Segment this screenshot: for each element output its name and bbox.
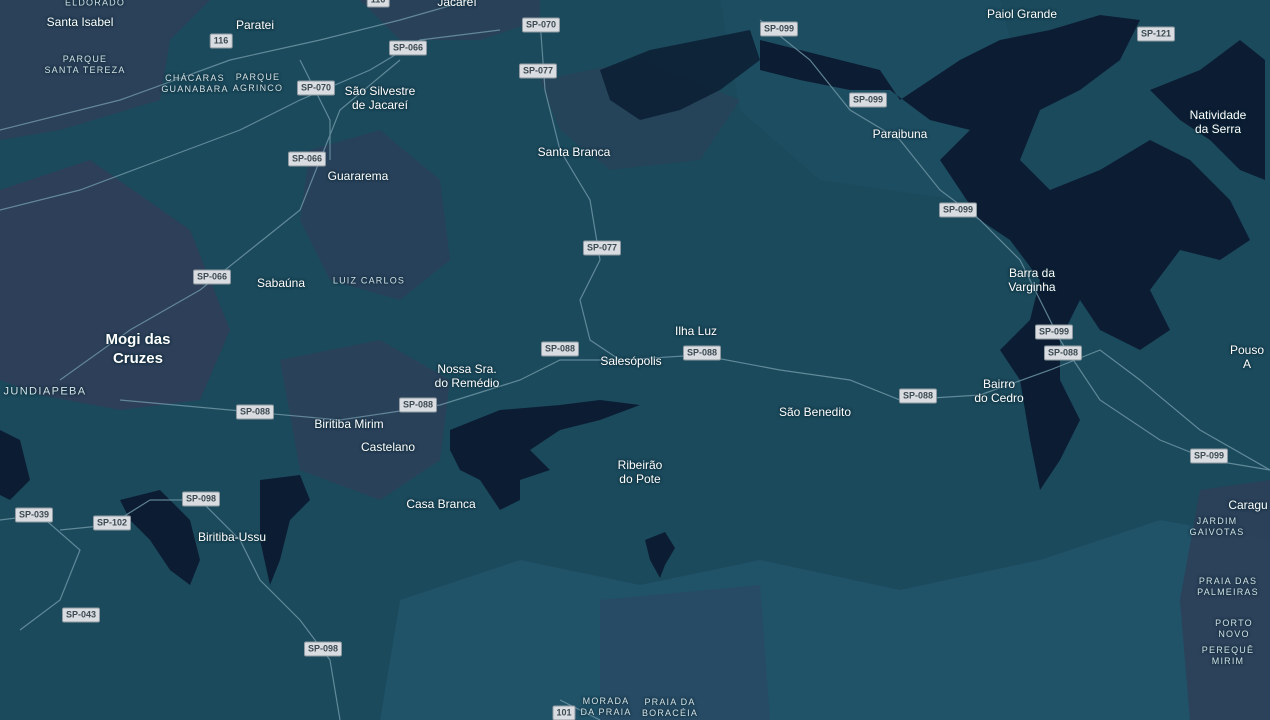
- place-barra-varginha: Barra da Varginha: [1008, 266, 1056, 294]
- place-guararema: Guararema: [327, 169, 389, 183]
- place-sabauna: Sabaúna: [256, 276, 306, 290]
- route-shield-sp070: SP-070: [296, 80, 336, 96]
- district-parque-agrinco: PARQUE AGRINCO: [232, 72, 284, 93]
- place-biritiba-mirim: Biritiba Mirim: [314, 417, 384, 431]
- route-shield-sp066: SP-066: [388, 40, 428, 56]
- route-shield-116: 116: [209, 33, 233, 49]
- route-shield-sp088: SP-088: [1043, 345, 1083, 361]
- district-jundiapeba: JUNDIAPEBA: [3, 385, 87, 398]
- route-shield-sp066: SP-066: [192, 269, 232, 285]
- district-porto-novo: PORTO NOVO: [1215, 618, 1253, 639]
- route-shield-sp088: SP-088: [682, 345, 722, 361]
- route-shield-sp066: SP-066: [287, 151, 327, 167]
- route-shield-sp099: SP-099: [759, 21, 799, 37]
- district-luiz-carlos: LUIZ CARLOS: [332, 275, 406, 286]
- district-morada-praia: MORADA DA PRAIA: [580, 696, 632, 717]
- place-sao-benedito: São Benedito: [778, 405, 852, 419]
- place-paratei: Paratei: [235, 18, 275, 32]
- place-pouso-alto: Pouso A: [1229, 343, 1265, 371]
- route-shield-sp088: SP-088: [235, 404, 275, 420]
- district-praia-palmeiras: PRAIA DAS PALMEIRAS: [1197, 576, 1259, 597]
- route-shield-sp098: SP-098: [303, 641, 343, 657]
- place-biritiba-ussu: Biritiba-Ussu: [197, 530, 267, 544]
- route-shield-sp088: SP-088: [398, 397, 438, 413]
- district-jardim-gaivotas: JARDIM GAIVOTAS: [1189, 516, 1245, 537]
- place-jacarei: Jacareí: [437, 0, 477, 9]
- route-shield-101: 101: [552, 705, 576, 720]
- place-casa-branca: Casa Branca: [406, 497, 476, 511]
- place-salesopolis: Salesópolis: [600, 354, 662, 368]
- place-sao-silvestre: São Silvestre de Jacareí: [344, 84, 416, 112]
- place-santa-branca: Santa Branca: [537, 145, 611, 159]
- route-shield-sp099: SP-099: [848, 92, 888, 108]
- route-shield-sp070: SP-070: [521, 17, 561, 33]
- place-bairro-cedro: Bairro do Cedro: [974, 377, 1024, 405]
- district-pereque-mirim: PEREQUÊ MIRIM: [1201, 645, 1255, 666]
- place-mogi-das-cruzes: Mogi das Cruzes: [105, 331, 171, 367]
- route-shield-sp099: SP-099: [938, 202, 978, 218]
- place-santa-isabel: Santa Isabel: [46, 15, 114, 29]
- place-ribeirao-pote: Ribeirão do Pote: [617, 458, 663, 486]
- route-shield-sp098: SP-098: [181, 491, 221, 507]
- place-castelano: Castelano: [360, 440, 416, 454]
- route-shield-sp121: SP-121: [1136, 26, 1176, 42]
- district-eldorado: ELDORADO: [64, 0, 126, 8]
- route-shield-sp102: SP-102: [92, 515, 132, 531]
- district-chacaras-guanabara: CHÁCARAS GUANABARA: [161, 73, 229, 94]
- place-paiol-grande: Paiol Grande: [986, 7, 1058, 21]
- district-parque-santa-tereza: PARQUE SANTA TEREZA: [44, 54, 126, 75]
- map-view[interactable]: Santa Isabel Paratei Jacareí Paiol Grand…: [0, 0, 1270, 720]
- route-shield-sp077: SP-077: [518, 63, 558, 79]
- district-praia-boraceia: PRAIA DA BORACÉIA: [641, 697, 699, 718]
- place-paraibuna: Paraibuna: [872, 127, 928, 141]
- route-shield-sp039: SP-039: [14, 507, 54, 523]
- place-caragua: Caragu: [1228, 498, 1268, 512]
- route-shield-116-top: 116: [366, 0, 390, 8]
- place-natividade: Natividade da Serra: [1189, 108, 1247, 136]
- route-shield-sp088: SP-088: [540, 341, 580, 357]
- route-shield-sp043: SP-043: [61, 607, 101, 623]
- route-shield-sp099: SP-099: [1034, 324, 1074, 340]
- route-shield-sp077: SP-077: [582, 240, 622, 256]
- place-ilha-luz: Ilha Luz: [674, 324, 718, 338]
- route-shield-sp088: SP-088: [898, 388, 938, 404]
- route-shield-sp099: SP-099: [1189, 448, 1229, 464]
- place-nossa-sra: Nossa Sra. do Remédio: [434, 362, 500, 390]
